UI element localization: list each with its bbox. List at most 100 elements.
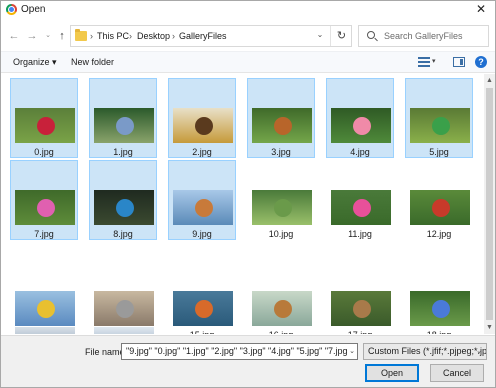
chevron-right-icon[interactable]: › <box>172 31 175 41</box>
thumbnail-subject <box>37 117 55 135</box>
file-name: 12.jpg <box>426 229 452 239</box>
file-name: 10.jpg <box>268 229 294 239</box>
file-item[interactable]: 10.jpg <box>247 160 315 240</box>
scroll-down-icon[interactable]: ▼ <box>484 322 495 333</box>
breadcrumb-this-pc[interactable]: This PC <box>97 31 129 41</box>
file-item[interactable]: 8.jpg <box>89 160 157 240</box>
scroll-thumb[interactable] <box>486 88 493 320</box>
file-name: 7.jpg <box>34 229 54 239</box>
file-item[interactable]: 11.jpg <box>326 160 394 240</box>
file-item[interactable]: 15.jpg <box>168 261 236 334</box>
image-thumbnail <box>94 291 154 326</box>
forward-arrow-icon[interactable]: → <box>25 29 39 43</box>
file-item[interactable]: 12.jpg <box>405 160 473 240</box>
folder-icon <box>75 29 87 41</box>
search-box[interactable]: Search GalleryFiles <box>358 25 489 47</box>
open-button[interactable]: Open <box>365 364 419 382</box>
search-placeholder: Search GalleryFiles <box>384 31 463 41</box>
view-options-chevron-icon[interactable]: ▾ <box>432 57 436 65</box>
thumbnail-subject <box>195 199 213 217</box>
thumbnail-subject <box>353 199 371 217</box>
preview-pane-icon[interactable] <box>453 57 465 67</box>
image-thumbnail <box>410 190 470 225</box>
window-title: Open <box>21 4 46 15</box>
file-name: 17.jpg <box>327 330 393 334</box>
search-icon <box>367 31 375 39</box>
file-name: 4.jpg <box>350 147 370 157</box>
file-item[interactable] <box>10 324 78 334</box>
image-thumbnail <box>252 108 312 143</box>
image-thumbnail <box>410 291 470 326</box>
thumbnail-subject <box>37 300 55 318</box>
open-dialog: Open ✕ ← → ⌄ ↑ › This PC › Desktop › Gal… <box>0 0 496 388</box>
file-item[interactable]: 9.jpg <box>168 160 236 240</box>
file-name: 11.jpg <box>348 229 372 239</box>
new-folder-button[interactable]: New folder <box>71 57 114 67</box>
file-name-value: "9.jpg" "0.jpg" "1.jpg" "2.jpg" "3.jpg" … <box>126 346 358 356</box>
file-name-input[interactable]: "9.jpg" "0.jpg" "1.jpg" "2.jpg" "3.jpg" … <box>121 343 358 360</box>
image-thumbnail <box>331 108 391 143</box>
image-thumbnail <box>15 327 75 334</box>
file-item[interactable]: 7.jpg <box>10 160 78 240</box>
thumbnail-subject <box>116 300 134 318</box>
file-item[interactable]: 16.jpg <box>247 261 315 334</box>
thumbnail-subject <box>353 117 371 135</box>
file-name: 9.jpg <box>192 229 212 239</box>
file-item[interactable]: 4.jpg <box>326 78 394 158</box>
file-name: 8.jpg <box>113 229 133 239</box>
file-item[interactable]: 2.jpg <box>168 78 236 158</box>
file-name: 1.jpg <box>113 147 133 157</box>
chevron-right-icon[interactable]: › <box>90 31 93 41</box>
file-item[interactable]: 17.jpg <box>326 261 394 334</box>
image-thumbnail <box>173 291 233 326</box>
image-thumbnail <box>252 190 312 225</box>
up-arrow-icon[interactable]: ↑ <box>55 29 69 43</box>
help-icon[interactable]: ? <box>475 56 487 68</box>
thumbnail-subject <box>432 117 450 135</box>
image-thumbnail <box>94 108 154 143</box>
file-name: 18.jpg <box>406 330 472 334</box>
chevron-down-icon[interactable]: ⌄ <box>347 344 357 359</box>
image-thumbnail <box>252 291 312 326</box>
scroll-up-icon[interactable]: ▲ <box>484 75 495 86</box>
chevron-right-icon[interactable]: › <box>129 31 132 41</box>
file-item[interactable]: 0.jpg <box>10 78 78 158</box>
thumbnail-subject <box>274 300 292 318</box>
cancel-button[interactable]: Cancel <box>430 364 484 382</box>
breadcrumb-desktop[interactable]: Desktop <box>137 31 170 41</box>
file-name: 2.jpg <box>192 147 212 157</box>
file-type-select[interactable]: Custom Files (*.jfif;*.pjpeg;*.jpe ⌄ <box>363 343 487 360</box>
file-name: 5.jpg <box>429 147 449 157</box>
file-item[interactable]: 18.jpg <box>405 261 473 334</box>
file-name: 15.jpg <box>169 330 235 334</box>
file-item[interactable]: 3.jpg <box>247 78 315 158</box>
thumbnail-subject <box>432 199 450 217</box>
file-type-value: Custom Files (*.jfif;*.pjpeg;*.jpe <box>368 346 487 356</box>
thumbnail-subject <box>37 199 55 217</box>
image-thumbnail <box>15 190 75 225</box>
back-arrow-icon[interactable]: ← <box>7 29 21 43</box>
image-thumbnail <box>15 108 75 143</box>
vertical-scrollbar[interactable]: ▲ ▼ <box>484 74 495 334</box>
refresh-icon[interactable]: ↻ <box>330 26 352 46</box>
file-item[interactable] <box>89 324 157 334</box>
organize-menu[interactable]: Organize ▾ <box>13 57 57 68</box>
chevron-down-icon[interactable]: ⌄ <box>474 344 484 359</box>
address-bar[interactable]: › This PC › Desktop › GalleryFiles ⌄ ↻ <box>70 25 352 47</box>
file-item[interactable]: 5.jpg <box>405 78 473 158</box>
breadcrumb-galleryfiles[interactable]: GalleryFiles <box>179 31 227 41</box>
close-icon[interactable]: ✕ <box>473 2 489 17</box>
file-list: 0.jpg 1.jpg 2.jpg 3.jpg 4.jpg 5.jpg 7.jpg 8.jpg… <box>1 74 484 334</box>
thumbnail-subject <box>353 300 371 318</box>
change-view-icon[interactable] <box>418 57 430 67</box>
image-thumbnail <box>331 190 391 225</box>
chevron-down-icon[interactable]: ⌄ <box>314 30 326 39</box>
thumbnail-subject <box>432 300 450 318</box>
file-item[interactable]: 1.jpg <box>89 78 157 158</box>
image-thumbnail <box>173 190 233 225</box>
image-thumbnail <box>15 291 75 326</box>
recent-locations-chevron-icon[interactable]: ⌄ <box>41 29 55 43</box>
image-thumbnail <box>410 108 470 143</box>
dialog-footer: File name: "9.jpg" "0.jpg" "1.jpg" "2.jp… <box>1 335 495 387</box>
thumbnail-subject <box>274 117 292 135</box>
